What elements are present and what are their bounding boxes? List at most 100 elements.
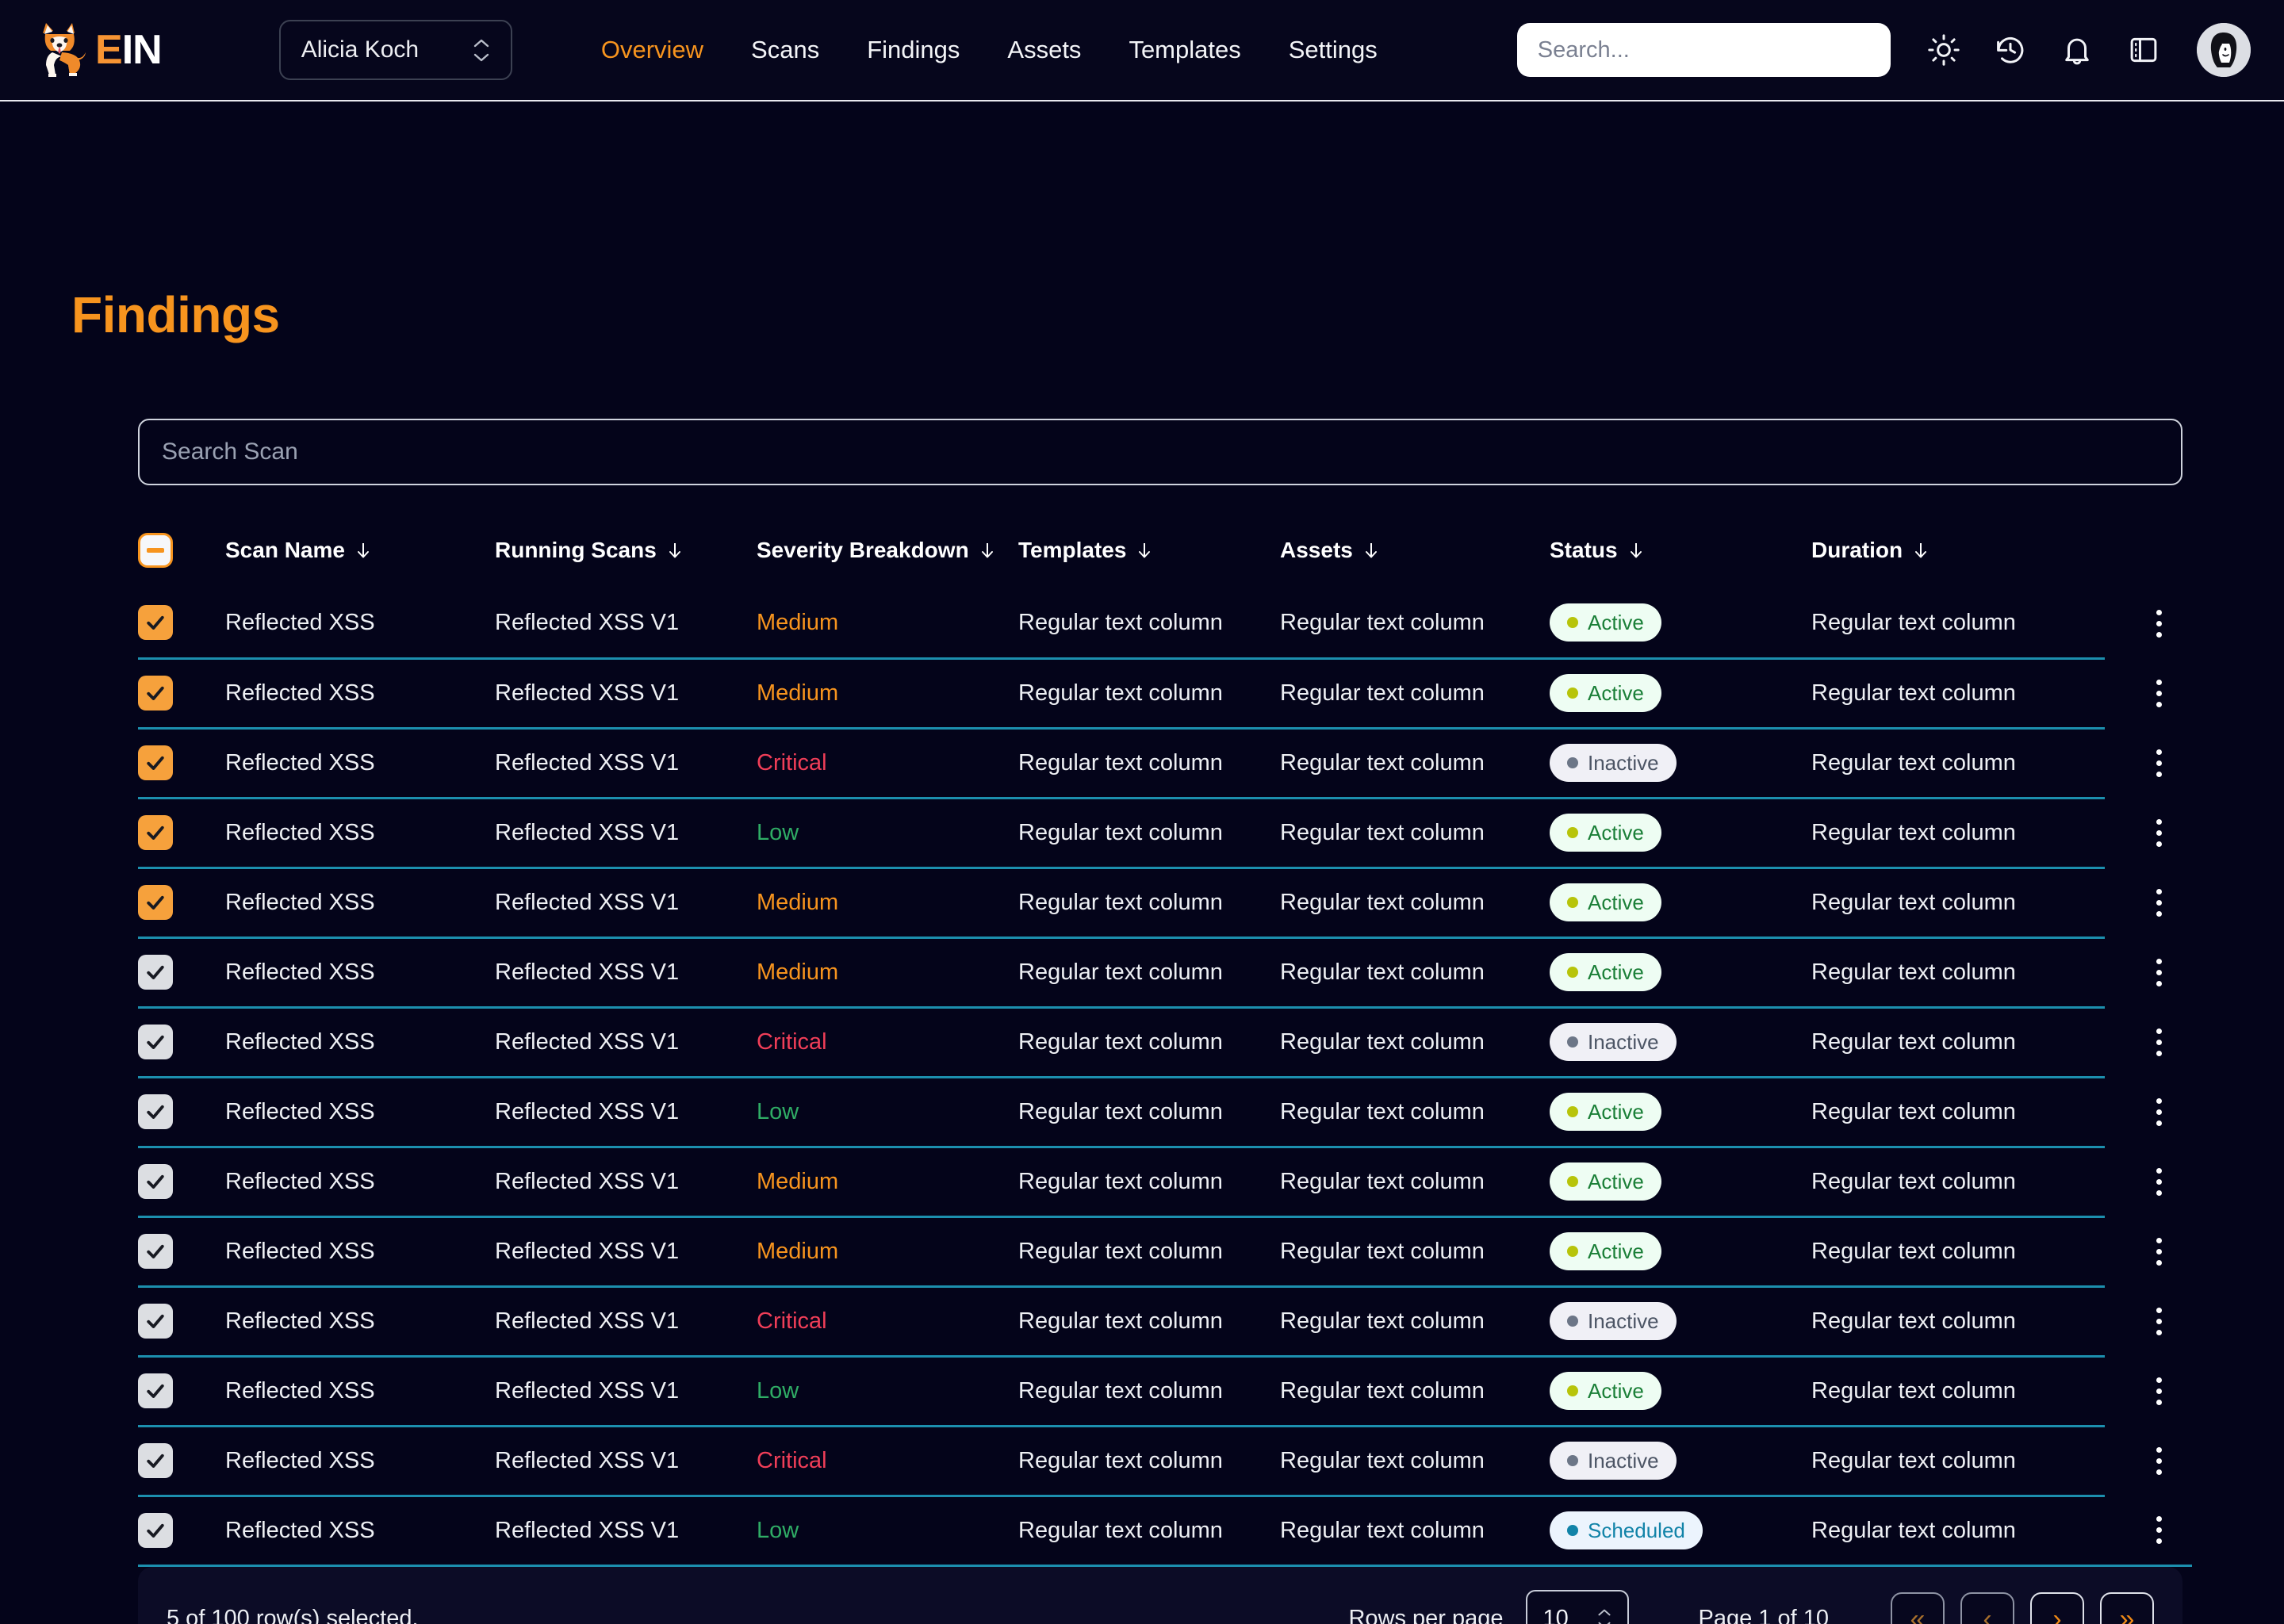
column-header-severity-breakdown[interactable]: Severity Breakdown — [757, 517, 1018, 588]
row-checkbox[interactable] — [138, 1513, 173, 1548]
row-menu-icon[interactable] — [2105, 958, 2192, 986]
bell-icon[interactable] — [2060, 33, 2094, 67]
table-row[interactable]: Reflected XSS Reflected XSS V1 Medium Regul… — [138, 868, 2192, 939]
row-checkbox[interactable] — [138, 676, 173, 710]
row-checkbox[interactable] — [138, 815, 173, 850]
row-checkbox[interactable] — [138, 1164, 173, 1199]
row-checkbox[interactable] — [138, 1304, 173, 1339]
table-row[interactable]: Reflected XSS Reflected XSS V1 Medium Regul… — [138, 937, 2192, 1009]
column-header-running-scans[interactable]: Running Scans — [495, 517, 757, 588]
cell-actions — [2105, 937, 2192, 1007]
check-icon — [144, 1030, 167, 1054]
table-footer: 5 of 100 row(s) selected. Rows per page … — [138, 1566, 2182, 1624]
cell-scan-name: Reflected XSS — [225, 1286, 495, 1358]
nav-item-overview[interactable]: Overview — [601, 36, 703, 64]
cell-assets: Regular text column — [1280, 588, 1550, 660]
next-page-button[interactable]: › — [2030, 1591, 2084, 1624]
row-checkbox[interactable] — [138, 1234, 173, 1269]
check-icon — [144, 1379, 167, 1403]
team-switcher-select[interactable]: Alicia Koch — [278, 20, 512, 80]
row-menu-icon[interactable] — [2105, 888, 2192, 917]
row-checkbox[interactable] — [138, 1443, 173, 1478]
table-row[interactable]: Reflected XSS Reflected XSS V1 Low Regular … — [138, 798, 2192, 869]
row-select-cell — [138, 1007, 225, 1078]
row-menu-icon[interactable] — [2105, 1446, 2192, 1475]
row-select-cell — [138, 1356, 225, 1427]
row-menu-icon[interactable] — [2105, 1307, 2192, 1335]
sun-icon[interactable] — [1927, 33, 1960, 67]
first-page-button[interactable]: « — [1891, 1591, 1945, 1624]
column-header-duration[interactable]: Duration — [1811, 517, 2105, 588]
prev-page-button[interactable]: ‹ — [1960, 1591, 2014, 1624]
status-label: Active — [1588, 1169, 1644, 1193]
table-row[interactable]: Reflected XSS Reflected XSS V1 Critical Reg… — [138, 728, 2192, 799]
row-checkbox[interactable] — [138, 605, 173, 641]
logo-letter-i: I — [121, 27, 133, 73]
row-checkbox[interactable] — [138, 1025, 173, 1059]
history-icon[interactable] — [1994, 33, 2027, 67]
status-badge: Active — [1550, 603, 1661, 642]
last-page-button[interactable]: » — [2100, 1591, 2154, 1624]
row-checkbox[interactable] — [138, 745, 173, 780]
row-menu-icon[interactable] — [2105, 1167, 2192, 1196]
row-menu-icon[interactable] — [2105, 679, 2192, 707]
cell-assets: Regular text column — [1280, 1147, 1550, 1218]
row-menu-icon[interactable] — [2105, 749, 2192, 777]
sort-arrow-down-icon — [669, 543, 680, 558]
cell-running-scans: Reflected XSS V1 — [495, 1356, 757, 1427]
status-label: Active — [1588, 1239, 1644, 1263]
table-row[interactable]: Reflected XSS Reflected XSS V1 Medium Regul… — [138, 588, 2192, 660]
table-row[interactable]: Reflected XSS Reflected XSS V1 Medium Regul… — [138, 1216, 2192, 1288]
row-menu-icon[interactable] — [2105, 1237, 2192, 1266]
status-label: Inactive — [1588, 750, 1659, 775]
panel-toggle-icon[interactable] — [2127, 33, 2160, 67]
row-checkbox[interactable] — [138, 1373, 173, 1408]
row-select-cell — [138, 1496, 225, 1567]
row-menu-icon[interactable] — [2105, 1028, 2192, 1056]
cell-duration: Regular text column — [1811, 1356, 2105, 1427]
table-row[interactable]: Reflected XSS Reflected XSS V1 Medium Regul… — [138, 1147, 2192, 1218]
row-select-cell — [138, 868, 225, 939]
cell-running-scans: Reflected XSS V1 — [495, 1286, 757, 1358]
rows-per-page-select[interactable]: 10 — [1525, 1589, 1629, 1624]
column-label: Templates — [1018, 538, 1127, 562]
row-menu-icon[interactable] — [2105, 1097, 2192, 1126]
cell-duration: Regular text column — [1811, 798, 2105, 869]
table-row[interactable]: Reflected XSS Reflected XSS V1 Low Regular … — [138, 1496, 2192, 1567]
nav-item-templates[interactable]: Templates — [1129, 36, 1240, 64]
cell-assets: Regular text column — [1280, 1216, 1550, 1288]
global-search-input[interactable]: Search... — [1516, 23, 1891, 77]
cell-severity: Low — [757, 798, 1018, 869]
row-menu-icon[interactable] — [2105, 1377, 2192, 1405]
row-menu-icon[interactable] — [2105, 1515, 2192, 1544]
brand-logo[interactable]: EIN — [35, 21, 163, 79]
column-header-scan-name[interactable]: Scan Name — [225, 517, 495, 588]
table-row[interactable]: Reflected XSS Reflected XSS V1 Critical Reg… — [138, 1286, 2192, 1358]
cell-actions — [2105, 798, 2192, 868]
scan-search-input[interactable]: Search Scan — [138, 419, 2182, 485]
row-menu-icon[interactable] — [2105, 609, 2192, 638]
cell-severity: Medium — [757, 588, 1018, 660]
table-row[interactable]: Reflected XSS Reflected XSS V1 Low Regular … — [138, 1356, 2192, 1427]
row-checkbox[interactable] — [138, 885, 173, 920]
row-checkbox[interactable] — [138, 955, 173, 990]
select-all-checkbox[interactable] — [138, 533, 173, 568]
row-menu-icon[interactable] — [2105, 818, 2192, 847]
cell-scan-name: Reflected XSS — [225, 937, 495, 1009]
nav-item-assets[interactable]: Assets — [1007, 36, 1081, 64]
nav-item-settings[interactable]: Settings — [1289, 36, 1378, 64]
page-indicator: Page 1 of 10 — [1698, 1606, 1829, 1624]
row-checkbox[interactable] — [138, 1094, 173, 1129]
column-header-assets[interactable]: Assets — [1280, 517, 1550, 588]
table-row[interactable]: Reflected XSS Reflected XSS V1 Medium Regul… — [138, 658, 2192, 730]
table-row[interactable]: Reflected XSS Reflected XSS V1 Critical Reg… — [138, 1426, 2192, 1497]
column-header-templates[interactable]: Templates — [1018, 517, 1280, 588]
column-header-status[interactable]: Status — [1550, 517, 1811, 588]
user-avatar[interactable] — [2197, 23, 2251, 77]
cell-actions — [2105, 1356, 2192, 1426]
table-row[interactable]: Reflected XSS Reflected XSS V1 Critical Reg… — [138, 1007, 2192, 1078]
nav-item-findings[interactable]: Findings — [867, 36, 960, 64]
nav-item-scans[interactable]: Scans — [751, 36, 819, 64]
table-body: Reflected XSS Reflected XSS V1 Medium Regul… — [138, 588, 2192, 1567]
table-row[interactable]: Reflected XSS Reflected XSS V1 Low Regular … — [138, 1077, 2192, 1148]
